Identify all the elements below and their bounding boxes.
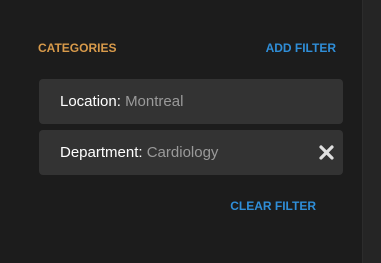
- remove-filter-button[interactable]: [317, 143, 336, 162]
- filter-chip-department[interactable]: Department: Cardiology: [39, 130, 343, 175]
- filter-key: Department: [60, 144, 139, 161]
- filter-separator: :: [116, 93, 121, 110]
- close-icon: [319, 145, 334, 160]
- add-filter-button[interactable]: ADD FILTER: [266, 40, 336, 56]
- filter-chip-location[interactable]: Location: Montreal: [39, 79, 343, 124]
- clear-filter-button[interactable]: CLEAR FILTER: [230, 198, 316, 214]
- filter-chip-text: Department: Cardiology: [60, 130, 218, 175]
- filter-key: Location: [60, 93, 117, 110]
- categories-header: CATEGORIES ADD FILTER: [38, 40, 336, 56]
- categories-title: CATEGORIES: [38, 41, 117, 55]
- filter-chip-text: Location: Montreal: [60, 79, 183, 124]
- adjacent-panel-edge: [362, 0, 381, 263]
- filter-value: Montreal: [125, 93, 184, 110]
- categories-panel: CATEGORIES ADD FILTER Location: Montreal…: [0, 0, 362, 263]
- filter-separator: :: [138, 144, 143, 161]
- filter-value: Cardiology: [146, 144, 219, 161]
